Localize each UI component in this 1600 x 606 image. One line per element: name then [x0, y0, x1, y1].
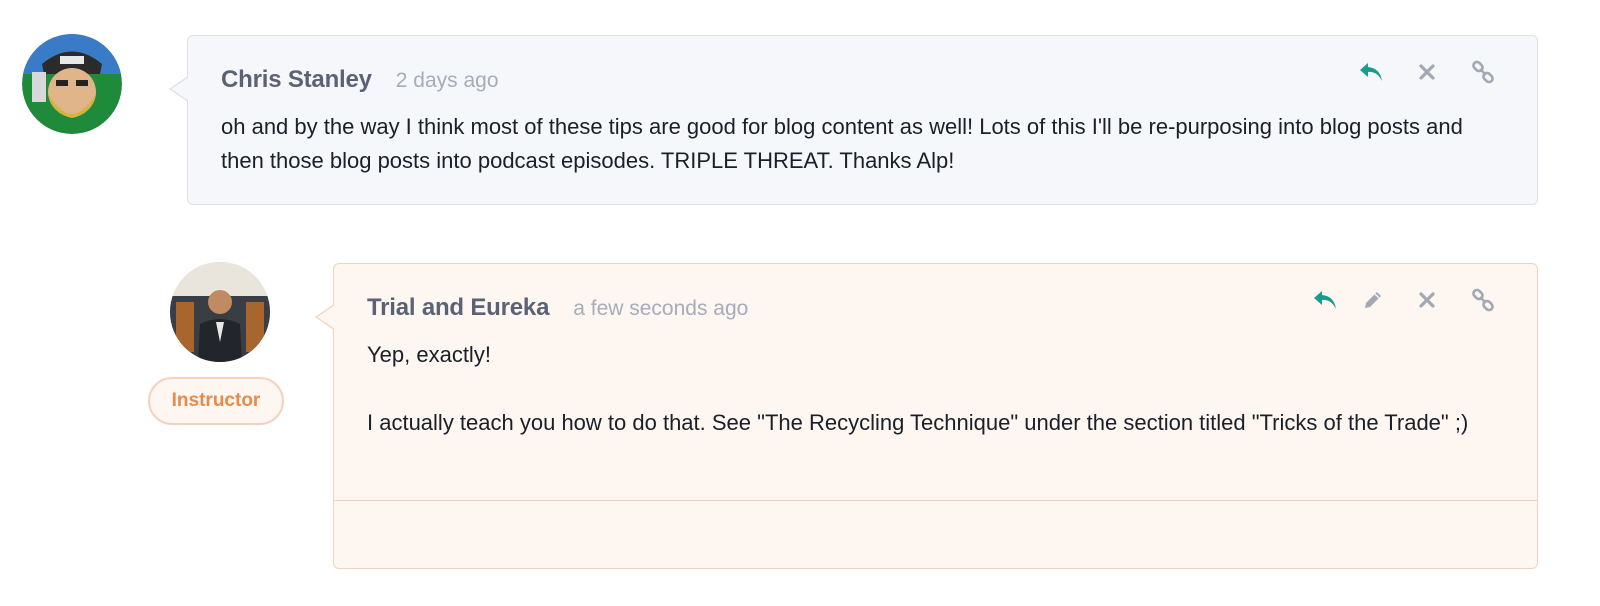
- avatar-trial-and-eureka[interactable]: [170, 262, 270, 362]
- profile-photo-icon: [170, 262, 270, 362]
- comment-bubble: Trial and Eureka a few seconds ago Yep, …: [315, 263, 1538, 569]
- edit-icon[interactable]: [1359, 286, 1387, 314]
- instructor-badge: Instructor: [148, 377, 284, 425]
- comment-divider: [334, 500, 1537, 501]
- reply-icon[interactable]: [1311, 286, 1339, 314]
- comment-author[interactable]: Trial and Eureka: [367, 294, 549, 322]
- delete-icon[interactable]: [1413, 58, 1441, 86]
- comment-bubble: Chris Stanley 2 days ago oh and by the w…: [169, 35, 1538, 205]
- comment-body-line-1: Yep, exactly!: [367, 342, 491, 367]
- comment-author[interactable]: Chris Stanley: [221, 66, 372, 94]
- reply-icon[interactable]: [1357, 58, 1385, 86]
- link-icon[interactable]: [1469, 286, 1497, 314]
- comment-timestamp[interactable]: a few seconds ago: [573, 297, 748, 321]
- comment-body-line-2: I actually teach you how to do that. See…: [367, 410, 1469, 435]
- comment-body: oh and by the way I think most of these …: [221, 114, 1469, 173]
- delete-icon[interactable]: [1413, 286, 1441, 314]
- comment-timestamp[interactable]: 2 days ago: [396, 69, 499, 93]
- avatar-chris-stanley[interactable]: [22, 34, 122, 134]
- cartoon-avatar-icon: [22, 34, 122, 134]
- link-icon[interactable]: [1469, 58, 1497, 86]
